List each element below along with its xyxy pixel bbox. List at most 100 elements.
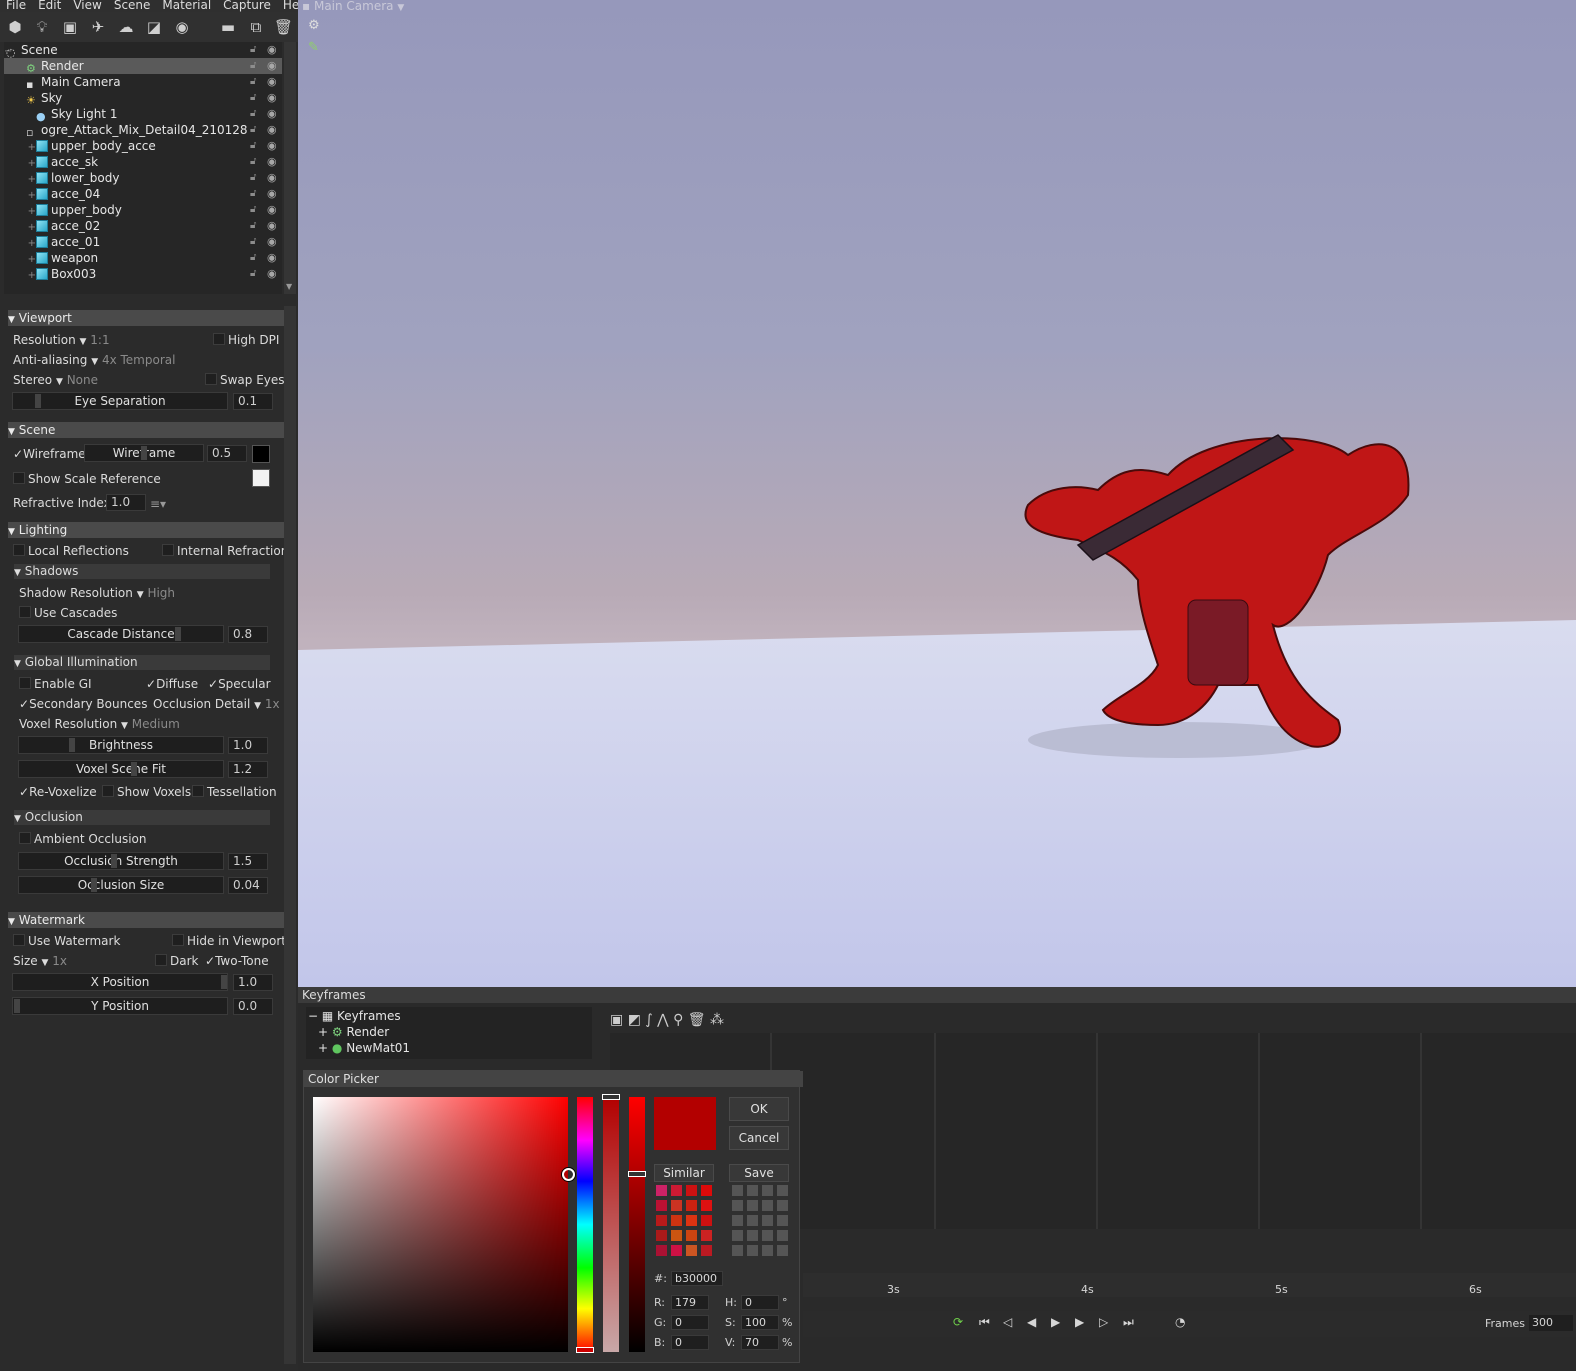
revoxelize-checkbox[interactable]: ✓Re-Voxelize — [19, 784, 97, 800]
brightness-slider[interactable]: Brightness — [18, 736, 224, 754]
similar-color-swatch[interactable] — [686, 1200, 697, 1211]
menu-scene[interactable]: Scene — [114, 0, 151, 12]
step-forward-icon[interactable]: ▶ — [1075, 1315, 1084, 1329]
eye-icon[interactable]: ◉ — [267, 154, 277, 170]
saved-color-slot[interactable] — [732, 1230, 743, 1241]
similar-color-swatch[interactable] — [686, 1230, 697, 1241]
saved-color-slot[interactable] — [777, 1215, 788, 1226]
saved-color-slot[interactable] — [777, 1185, 788, 1196]
resolution-dropdown[interactable]: Resolution ▼ 1:1 — [13, 332, 110, 350]
lock-icon[interactable]: 🔓︎ — [250, 170, 256, 186]
similar-color-swatch[interactable] — [671, 1245, 682, 1256]
eye-icon[interactable]: ◉ — [267, 58, 277, 74]
eye-icon[interactable]: ◉ — [267, 218, 277, 234]
saved-color-slot[interactable] — [747, 1230, 758, 1241]
lock-icon[interactable]: 🔓︎ — [250, 250, 256, 266]
brush-icon[interactable]: ✎ — [308, 40, 319, 55]
lock-icon[interactable]: 🔓︎ — [250, 58, 256, 74]
eye-icon[interactable]: ◉ — [267, 202, 277, 218]
eye-icon[interactable]: ◉ — [267, 42, 277, 58]
prev-key-icon[interactable]: ◁ — [1003, 1315, 1012, 1329]
lock-icon[interactable]: 🔓︎ — [250, 234, 256, 250]
show-voxels-checkbox[interactable]: Show Voxels — [102, 784, 191, 800]
hue-slider[interactable] — [576, 1097, 594, 1353]
eye-separation-slider[interactable]: Eye Separation — [12, 392, 228, 410]
folder-icon[interactable]: ▬ — [219, 18, 237, 36]
light-bulb-icon[interactable]: 💡︎ — [33, 18, 51, 36]
high-dpi-checkbox[interactable]: High DPI — [213, 332, 279, 348]
voxel-resolution-dropdown[interactable]: Voxel Resolution ▼ Medium — [19, 716, 180, 734]
enable-gi-checkbox[interactable]: Enable GI — [19, 676, 92, 692]
globe-icon[interactable]: ◉ — [173, 18, 191, 36]
saved-color-slot[interactable] — [762, 1200, 773, 1211]
play-icon[interactable]: ▶ — [1051, 1315, 1060, 1329]
saved-color-slot[interactable] — [777, 1245, 788, 1256]
keyframe-icon[interactable]: ▣ — [610, 1012, 623, 1028]
x-position-slider[interactable]: X Position — [12, 973, 228, 991]
specular-checkbox[interactable]: ✓Specular — [208, 676, 271, 692]
saturation-value-area[interactable] — [313, 1097, 575, 1352]
menu-capture[interactable]: Capture — [223, 0, 271, 12]
brightness-input[interactable]: 1.0 — [228, 737, 268, 754]
occlusion-detail-dropdown[interactable]: Occlusion Detail ▼ 1x — [153, 696, 280, 714]
properties-scrollbar[interactable] — [284, 306, 296, 1364]
step-back-icon[interactable]: ◀ — [1027, 1315, 1036, 1329]
tree-item[interactable]: ☀ Sky 🔓︎ ◉ — [4, 90, 282, 107]
tree-item[interactable]: + acce_01 🔓︎ ◉ — [4, 234, 282, 250]
dark-checkbox[interactable]: Dark — [155, 953, 198, 969]
saturation-slider[interactable] — [602, 1094, 620, 1352]
ambient-occlusion-checkbox[interactable]: Ambient Occlusion — [19, 831, 146, 847]
cube-icon[interactable]: ⬢ — [6, 18, 24, 36]
stereo-dropdown[interactable]: Stereo ▼ None — [13, 372, 98, 390]
internal-refraction-checkbox[interactable]: Internal Refraction — [162, 543, 288, 559]
curve-smooth-icon[interactable]: ∫ — [645, 1012, 652, 1028]
camera-selector[interactable]: ▪ Main Camera ▼ — [302, 0, 404, 13]
timeline-ruler[interactable]: 3s 4s 5s 6s — [803, 1273, 1576, 1297]
transform-icon[interactable]: ✈︎ — [89, 18, 107, 36]
similar-color-swatch[interactable] — [686, 1245, 697, 1256]
tree-item[interactable]: + acce_02 🔓︎ ◉ — [4, 218, 282, 234]
saved-color-slot[interactable] — [747, 1200, 758, 1211]
eye-icon[interactable]: ◉ — [267, 90, 277, 106]
tree-item-newmat01[interactable]: + ● NewMat01 — [318, 1040, 596, 1056]
saved-color-slot[interactable] — [747, 1215, 758, 1226]
sky-icon[interactable]: ☁︎ — [117, 18, 135, 36]
similar-color-swatch[interactable] — [701, 1230, 712, 1241]
similar-color-swatch[interactable] — [656, 1245, 667, 1256]
wrench-icon[interactable]: ⚲ — [673, 1012, 683, 1028]
speed-icon[interactable]: ◔ — [1175, 1315, 1185, 1329]
scroll-down-icon[interactable]: ▼ — [286, 283, 294, 291]
lock-icon[interactable]: 🔓︎ — [250, 186, 256, 202]
y-position-slider[interactable]: Y Position — [12, 997, 228, 1015]
tree-item[interactable]: + lower_body 🔓︎ ◉ — [4, 170, 282, 186]
show-scale-checkbox[interactable]: Show Scale Reference — [13, 471, 161, 487]
trash-icon[interactable]: 🗑︎ — [688, 1012, 706, 1028]
r-input[interactable]: 179 — [671, 1295, 709, 1310]
tree-item[interactable]: + acce_sk 🔓︎ ◉ — [4, 154, 282, 170]
similar-color-swatch[interactable] — [671, 1215, 682, 1226]
next-key-icon[interactable]: ▷ — [1099, 1315, 1108, 1329]
eye-icon[interactable]: ◉ — [267, 250, 277, 266]
lock-icon[interactable]: 🔓︎ — [250, 154, 256, 170]
section-scene[interactable]: ▼ Scene — [8, 422, 284, 438]
similar-color-swatch[interactable] — [656, 1215, 667, 1226]
similar-color-swatch[interactable] — [701, 1185, 712, 1196]
cascade-distance-input[interactable]: 0.8 — [228, 626, 268, 643]
eye-icon[interactable]: ◉ — [267, 234, 277, 250]
wireframe-checkbox[interactable]: ✓Wireframe — [13, 446, 86, 462]
lock-icon[interactable]: 🔓︎ — [250, 74, 256, 90]
similar-color-swatch[interactable] — [701, 1215, 712, 1226]
g-input[interactable]: 0 — [671, 1315, 709, 1330]
menu-edit[interactable]: Edit — [38, 0, 61, 12]
tree-scrollbar[interactable] — [284, 42, 296, 294]
save-tab[interactable]: Save — [729, 1164, 789, 1182]
duplicate-icon[interactable]: ⧉ — [247, 18, 265, 36]
list-dropdown-icon[interactable]: ≡▾ — [150, 496, 166, 512]
eye-icon[interactable]: ◉ — [267, 186, 277, 202]
tree-item[interactable]: + Box003 🔓︎ ◉ — [4, 266, 282, 282]
y-position-input[interactable]: 0.0 — [233, 998, 273, 1015]
curve-step-icon[interactable]: ⋀ — [657, 1012, 668, 1028]
voxel-scene-fit-slider[interactable]: Voxel Scene Fit — [18, 760, 224, 778]
sv-cursor[interactable] — [562, 1168, 575, 1181]
s-input[interactable]: 100 — [741, 1315, 779, 1330]
